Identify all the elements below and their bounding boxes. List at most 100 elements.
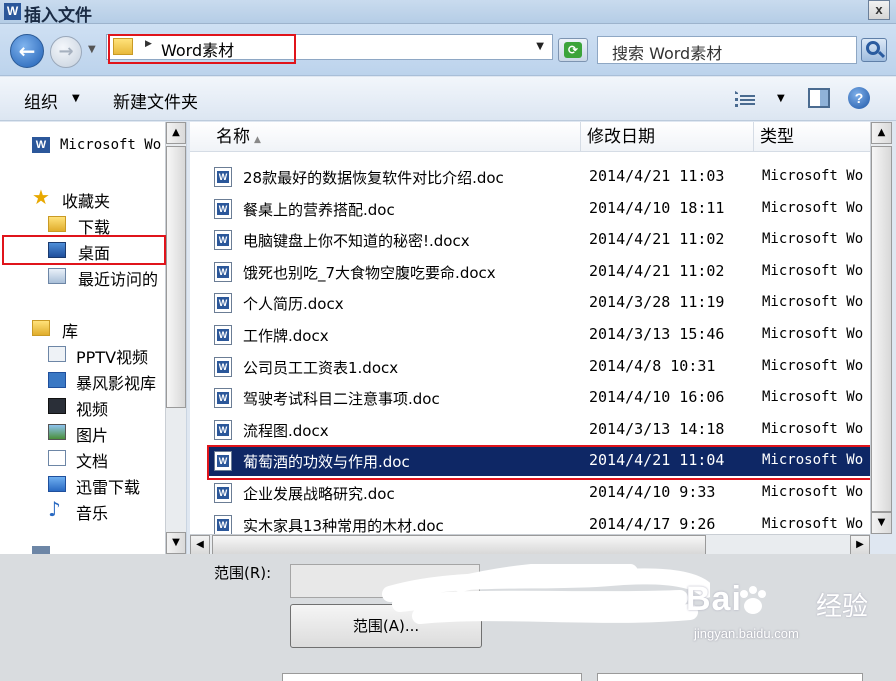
file-row[interactable]: W 餐桌上的营养搭配.doc 2014/4/10 18:11 Microsoft Wo xyxy=(208,194,870,224)
search-input[interactable]: 搜索 Word素材 xyxy=(597,36,857,64)
file-row[interactable]: W 工作牌.docx 2014/3/13 15:46 Microsoft Wo xyxy=(208,320,870,350)
column-header-label: 类型 xyxy=(760,127,794,147)
view-options-icon[interactable] xyxy=(735,91,755,107)
baidu-watermark: Bai 经验 jingyan.baidu.com xyxy=(686,580,868,641)
nav-item-label: 音乐 xyxy=(76,504,109,523)
scroll-up-icon[interactable]: ▲ xyxy=(166,122,186,144)
file-list-horizontal-scrollbar[interactable]: ◀ ▶ xyxy=(190,534,870,555)
file-row[interactable]: W 流程图.docx 2014/3/13 14:18 Microsoft Wo xyxy=(208,415,870,445)
word-document-icon: W xyxy=(214,325,232,345)
file-row[interactable]: W 电脑键盘上你不知道的秘密!.docx 2014/4/21 11:02 Micros… xyxy=(208,225,870,255)
file-row[interactable]: W 28款最好的数据恢复软件对比介绍.doc 2014/4/21 11:03 Micr… xyxy=(208,162,870,192)
word-icon: W xyxy=(32,137,50,153)
title-bar: W 插入文件 x xyxy=(0,0,896,26)
nav-item-computer-partial[interactable] xyxy=(32,546,92,554)
nav-item-label: 库 xyxy=(62,322,79,341)
file-modified-date: 2014/4/10 18:11 xyxy=(589,198,725,217)
column-header-name[interactable]: 名称 ▲ xyxy=(190,122,581,152)
file-modified-date: 2014/4/10 16:06 xyxy=(589,388,725,407)
computer-icon xyxy=(32,546,50,554)
column-headers: 名称 ▲ 修改日期 类型 xyxy=(190,122,870,152)
scroll-down-icon[interactable]: ▼ xyxy=(166,532,186,554)
file-type: Microsoft Wo xyxy=(762,389,864,406)
search-button[interactable] xyxy=(861,38,887,62)
file-name: 个人简历.docx xyxy=(243,295,344,314)
refresh-icon: ⟳ xyxy=(564,42,582,58)
file-modified-date: 2014/4/21 11:02 xyxy=(589,230,725,249)
file-modified-date: 2014/4/10 9:33 xyxy=(589,483,716,501)
file-row[interactable]: W 驾驶考试科目二注意事项.doc 2014/4/10 16:06 Microsoft… xyxy=(208,383,870,413)
organize-button[interactable]: 组织 xyxy=(24,88,58,113)
video-library-icon xyxy=(48,372,66,388)
column-header-label: 修改日期 xyxy=(587,127,655,147)
forward-button[interactable]: → xyxy=(50,36,82,68)
file-list-vertical-scrollbar[interactable]: ▲ ▼ xyxy=(870,122,892,534)
scroll-up-icon[interactable]: ▲ xyxy=(871,122,892,144)
scroll-down-icon[interactable]: ▼ xyxy=(871,512,892,534)
help-icon[interactable]: ? xyxy=(848,87,870,109)
organize-dropdown-icon[interactable]: ▼ xyxy=(72,93,80,104)
file-type: Microsoft Wo xyxy=(762,262,864,279)
word-document-icon: W xyxy=(214,483,232,503)
documents-icon xyxy=(48,450,66,466)
window-title: 插入文件 xyxy=(24,6,92,26)
nav-item-label: 视频 xyxy=(76,400,109,419)
file-row[interactable]: W 公司员工工资表1.docx 2014/4/8 10:31 Microsoft Wo xyxy=(208,352,870,382)
file-type: Microsoft Wo xyxy=(762,199,864,216)
file-row[interactable]: W 实木家具13种常用的木材.doc 2014/4/17 9:26 Microsoft… xyxy=(208,510,870,534)
file-name: 企业发展战略研究.doc xyxy=(243,485,395,503)
scroll-right-icon[interactable]: ▶ xyxy=(850,535,870,555)
file-row[interactable]: W 个人简历.docx 2014/3/28 11:19 Microsoft Wo xyxy=(208,288,870,318)
file-list-scroll-thumb[interactable] xyxy=(871,146,892,512)
word-document-icon: W xyxy=(214,514,232,534)
preview-pane-icon[interactable] xyxy=(808,88,830,108)
column-header-type[interactable]: 类型 xyxy=(754,122,870,152)
word-document-icon: W xyxy=(214,388,232,409)
address-dropdown-icon[interactable]: ▼ xyxy=(536,41,544,52)
filetype-select[interactable] xyxy=(597,673,863,681)
file-name: 餐桌上的营养搭配.doc xyxy=(243,200,395,219)
nav-item-label: PPTV视频 xyxy=(76,348,149,367)
file-type: Microsoft Wo xyxy=(762,168,864,184)
file-row[interactable]: W 饿死也别吃_7大食物空腹吃要命.docx 2014/4/21 11:02 Micr… xyxy=(208,257,870,287)
word-document-icon: W xyxy=(214,198,232,219)
file-type: Microsoft Wo xyxy=(762,326,864,342)
watermark-logo: Bai xyxy=(686,580,742,618)
file-name: 饿死也别吃_7大食物空腹吃要命.docx xyxy=(243,263,496,282)
file-name: 工作牌.docx xyxy=(243,327,329,345)
file-modified-date: 2014/3/13 14:18 xyxy=(589,419,725,438)
word-document-icon: W xyxy=(214,261,232,282)
scroll-left-icon[interactable]: ◀ xyxy=(190,535,210,555)
nav-scrollbar[interactable]: ▲ ▼ xyxy=(165,122,186,554)
file-name: 驾驶考试科目二注意事项.doc xyxy=(243,390,440,409)
file-list-hscroll-thumb[interactable] xyxy=(212,535,706,555)
downloads-icon xyxy=(48,476,66,492)
video-library-icon xyxy=(48,346,66,362)
file-name: 流程图.docx xyxy=(243,421,329,440)
star-icon: ★ xyxy=(32,185,50,209)
nav-item-label: 收藏夹 xyxy=(62,192,111,211)
paw-logo-icon xyxy=(740,586,766,614)
file-name: 公司员工工资表1.docx xyxy=(243,358,399,377)
file-type: Microsoft Wo xyxy=(762,484,864,500)
search-placeholder: 搜索 Word素材 xyxy=(612,44,723,63)
nav-item-label: 最近访问的 xyxy=(78,270,159,289)
video-icon xyxy=(48,398,66,414)
file-modified-date: 2014/3/13 15:46 xyxy=(589,325,725,343)
file-row[interactable]: W 企业发展战略研究.doc 2014/4/10 9:33 Microsoft Wo xyxy=(208,478,870,508)
downloads-folder-icon xyxy=(48,216,66,232)
watermark-text: 经验 xyxy=(816,592,869,622)
column-header-date[interactable]: 修改日期 xyxy=(581,122,754,152)
history-dropdown-icon[interactable]: ▼ xyxy=(88,44,96,55)
filename-input[interactable] xyxy=(282,673,582,681)
word-document-icon: W xyxy=(214,230,232,251)
close-button[interactable]: x xyxy=(868,0,890,20)
new-folder-button[interactable]: 新建文件夹 xyxy=(113,88,198,113)
word-document-icon: W xyxy=(214,167,232,187)
view-dropdown-icon[interactable]: ▼ xyxy=(777,93,785,104)
nav-item-label: Microsoft Wo xyxy=(60,137,162,153)
refresh-button[interactable]: ⟳ xyxy=(558,38,588,62)
back-button[interactable]: ← xyxy=(10,34,44,68)
nav-scroll-thumb[interactable] xyxy=(166,146,186,408)
watermark-url: jingyan.baidu.com xyxy=(694,626,799,641)
